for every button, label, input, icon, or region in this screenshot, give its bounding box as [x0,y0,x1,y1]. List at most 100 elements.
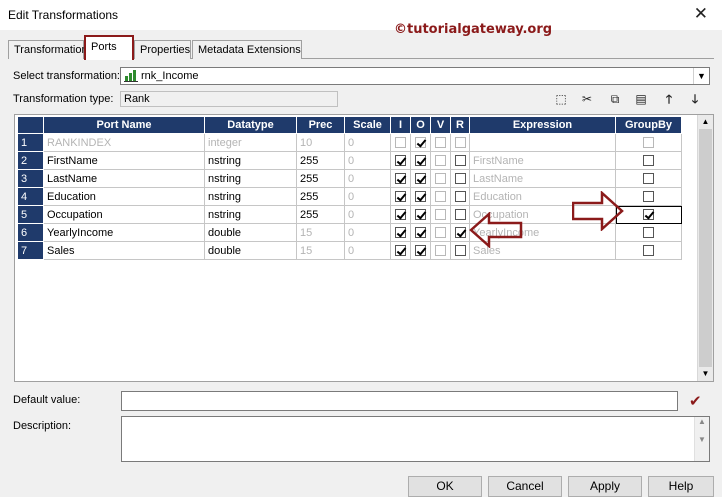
checkbox[interactable] [435,173,446,185]
checkbox[interactable] [454,173,466,185]
copy-icon[interactable]: ⧉ [606,90,624,108]
scale-cell[interactable]: 0 [344,223,391,242]
header-port-name[interactable]: Port Name [43,116,205,134]
checkbox[interactable] [415,209,426,221]
tab-metadata-extensions[interactable]: Metadata Extensions [192,40,302,59]
groupby-checkbox[interactable] [643,155,654,167]
checkbox[interactable] [454,155,466,167]
header-input[interactable]: I [390,116,411,134]
checkbox[interactable] [395,155,406,167]
scale-cell[interactable]: 0 [344,133,391,152]
checkbox[interactable] [415,227,426,239]
port-name-cell[interactable]: FirstName [43,151,205,170]
row-number[interactable]: 6 [17,223,44,242]
validate-check-icon[interactable]: ✔ [689,392,702,410]
checkbox[interactable] [395,137,406,149]
port-name-cell[interactable]: Education [43,187,205,206]
checkbox[interactable] [435,227,446,239]
checkbox[interactable] [395,191,406,203]
groupby-checkbox[interactable] [643,191,654,203]
tab-transformation[interactable]: Transformation [8,40,88,59]
row-number[interactable]: 2 [17,151,44,170]
table-row[interactable]: 7 Sales double 15 0 Sales [17,241,682,260]
scale-cell[interactable]: 0 [344,241,391,260]
checkbox[interactable] [395,173,406,185]
groupby-checkbox[interactable] [643,173,654,185]
checkbox[interactable] [454,245,466,257]
datatype-cell[interactable]: double [204,241,297,260]
chevron-down-icon[interactable]: ▼ [693,68,709,84]
row-number[interactable]: 7 [17,241,44,260]
move-down-icon[interactable]: 🡓 [686,90,704,108]
scroll-thumb[interactable] [699,129,712,367]
row-number[interactable]: 1 [17,133,44,152]
header-datatype[interactable]: Datatype [204,116,297,134]
checkbox[interactable] [415,173,426,185]
header-scale[interactable]: Scale [344,116,391,134]
scale-cell[interactable]: 0 [344,169,391,188]
select-transformation-dropdown[interactable]: rnk_Income ▼ [120,67,710,85]
tab-properties[interactable]: Properties [134,40,191,59]
port-name-cell[interactable]: Occupation [43,205,205,224]
description-input[interactable]: ▲ ▼ [121,416,710,462]
checkbox[interactable] [435,209,446,221]
checkbox[interactable] [435,245,446,257]
description-scrollbar[interactable]: ▲ ▼ [694,417,709,461]
cancel-button[interactable]: Cancel [488,476,562,497]
port-name-cell[interactable]: Sales [43,241,205,260]
table-row[interactable]: 1 RANKINDEX integer 10 0 [17,133,682,152]
prec-cell[interactable]: 15 [296,241,345,260]
groupby-checkbox[interactable] [643,245,654,257]
apply-button[interactable]: Apply [568,476,642,497]
help-button[interactable]: Help [648,476,714,497]
row-number[interactable]: 4 [17,187,44,206]
port-name-cell[interactable]: RANKINDEX [43,133,205,152]
row-number[interactable]: 3 [17,169,44,188]
prec-cell[interactable]: 15 [296,223,345,242]
move-up-icon[interactable]: 🡑 [660,90,678,108]
scale-cell[interactable]: 0 [344,151,391,170]
expression-cell[interactable]: FirstName [469,151,616,170]
header-expression[interactable]: Expression [469,116,616,134]
prec-cell[interactable]: 10 [296,133,345,152]
row-number[interactable]: 5 [17,205,44,224]
scale-cell[interactable]: 0 [344,205,391,224]
checkbox[interactable] [454,209,466,221]
tab-ports[interactable]: Ports [84,35,134,60]
header-variable[interactable]: V [430,116,451,134]
ok-button[interactable]: OK [408,476,482,497]
header-prec[interactable]: Prec [296,116,345,134]
expression-cell[interactable]: LastName [469,169,616,188]
groupby-checkbox[interactable] [643,137,654,149]
datatype-cell[interactable]: integer [204,133,297,152]
paste-icon[interactable]: ▤ [632,90,650,108]
port-name-cell[interactable]: YearlyIncome [43,223,205,242]
scroll-up-icon[interactable]: ▲ [698,115,713,129]
datatype-cell[interactable]: nstring [204,151,297,170]
prec-cell[interactable]: 255 [296,169,345,188]
new-port-icon[interactable]: ⬚ [552,90,570,108]
checkbox[interactable] [395,209,406,221]
checkbox[interactable] [454,137,466,149]
checkbox[interactable] [415,155,426,167]
checkbox[interactable] [415,245,426,257]
header-output[interactable]: O [410,116,431,134]
grid-vertical-scrollbar[interactable]: ▲ ▼ [697,115,713,381]
checkbox[interactable] [415,191,426,203]
checkbox[interactable] [435,137,446,149]
groupby-checkbox[interactable] [643,227,654,239]
prec-cell[interactable]: 255 [296,187,345,206]
checkbox[interactable] [454,191,466,203]
datatype-cell[interactable]: nstring [204,187,297,206]
checkbox[interactable] [454,227,466,239]
scale-cell[interactable]: 0 [344,187,391,206]
checkbox[interactable] [435,155,446,167]
checkbox[interactable] [395,245,406,257]
prec-cell[interactable]: 255 [296,205,345,224]
header-groupby[interactable]: GroupBy [615,116,682,134]
cut-icon[interactable]: ✂ [578,90,596,108]
checkbox[interactable] [415,137,426,149]
default-value-input[interactable] [121,391,678,411]
expression-cell[interactable] [469,133,616,152]
datatype-cell[interactable]: double [204,223,297,242]
